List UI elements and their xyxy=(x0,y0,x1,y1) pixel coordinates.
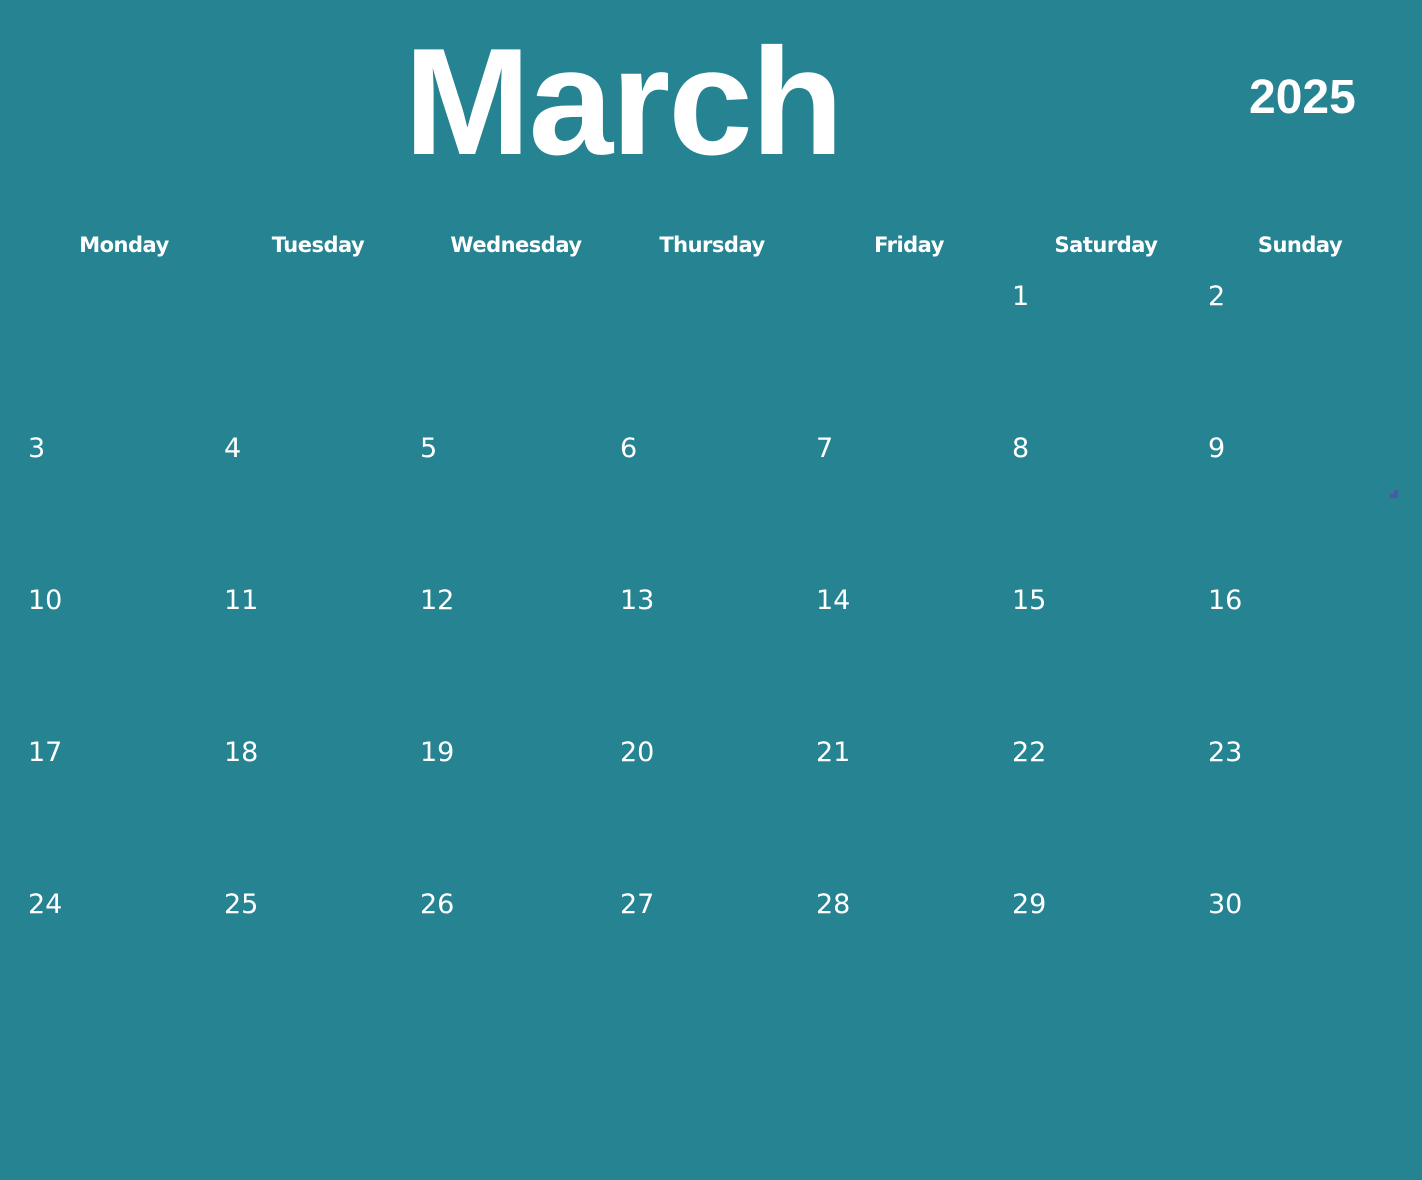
day-cell[interactable]: 4 xyxy=(224,434,241,464)
day-cell[interactable]: 8 xyxy=(1012,434,1029,464)
day-cell[interactable]: 14 xyxy=(816,586,850,616)
day-cell[interactable]: 22 xyxy=(1012,738,1046,768)
corner-marker-icon xyxy=(1390,490,1398,498)
weekday-sunday: Sunday xyxy=(1257,233,1343,257)
day-cell[interactable]: 29 xyxy=(1012,890,1046,920)
weekday-thursday: Thursday xyxy=(659,233,765,257)
day-cell[interactable]: 26 xyxy=(420,890,454,920)
day-cell[interactable]: 17 xyxy=(28,738,62,768)
day-cell[interactable]: 24 xyxy=(28,890,62,920)
day-cell[interactable]: 13 xyxy=(620,586,654,616)
day-cell[interactable]: 12 xyxy=(420,586,454,616)
day-cell[interactable]: 1 xyxy=(1012,282,1029,312)
day-cell[interactable]: 21 xyxy=(816,738,850,768)
weekday-saturday: Saturday xyxy=(1054,233,1158,257)
day-cell[interactable]: 5 xyxy=(420,434,437,464)
day-cell[interactable]: 11 xyxy=(224,586,258,616)
day-cell[interactable]: 23 xyxy=(1208,738,1242,768)
day-cell[interactable]: 10 xyxy=(28,586,62,616)
day-cell[interactable]: 16 xyxy=(1208,586,1242,616)
day-cell[interactable]: 15 xyxy=(1012,586,1046,616)
weekday-monday: Monday xyxy=(79,233,169,257)
day-cell[interactable]: 27 xyxy=(620,890,654,920)
weekday-friday: Friday xyxy=(874,233,944,257)
day-cell[interactable]: 3 xyxy=(28,434,45,464)
day-cell[interactable]: 28 xyxy=(816,890,850,920)
month-title: March xyxy=(404,17,844,187)
day-cell[interactable]: 20 xyxy=(620,738,654,768)
day-cell[interactable]: 2 xyxy=(1208,282,1225,312)
day-cell[interactable]: 25 xyxy=(224,890,258,920)
day-cell[interactable]: 19 xyxy=(420,738,454,768)
day-cell[interactable]: 7 xyxy=(816,434,833,464)
day-cell[interactable]: 18 xyxy=(224,738,258,768)
year-label: 2025 xyxy=(1249,71,1356,124)
weekday-wednesday: Wednesday xyxy=(450,233,582,257)
day-cell[interactable]: 30 xyxy=(1208,890,1242,920)
weekday-tuesday: Tuesday xyxy=(271,233,365,257)
day-cell[interactable]: 9 xyxy=(1208,434,1225,464)
day-cell[interactable]: 6 xyxy=(620,434,637,464)
